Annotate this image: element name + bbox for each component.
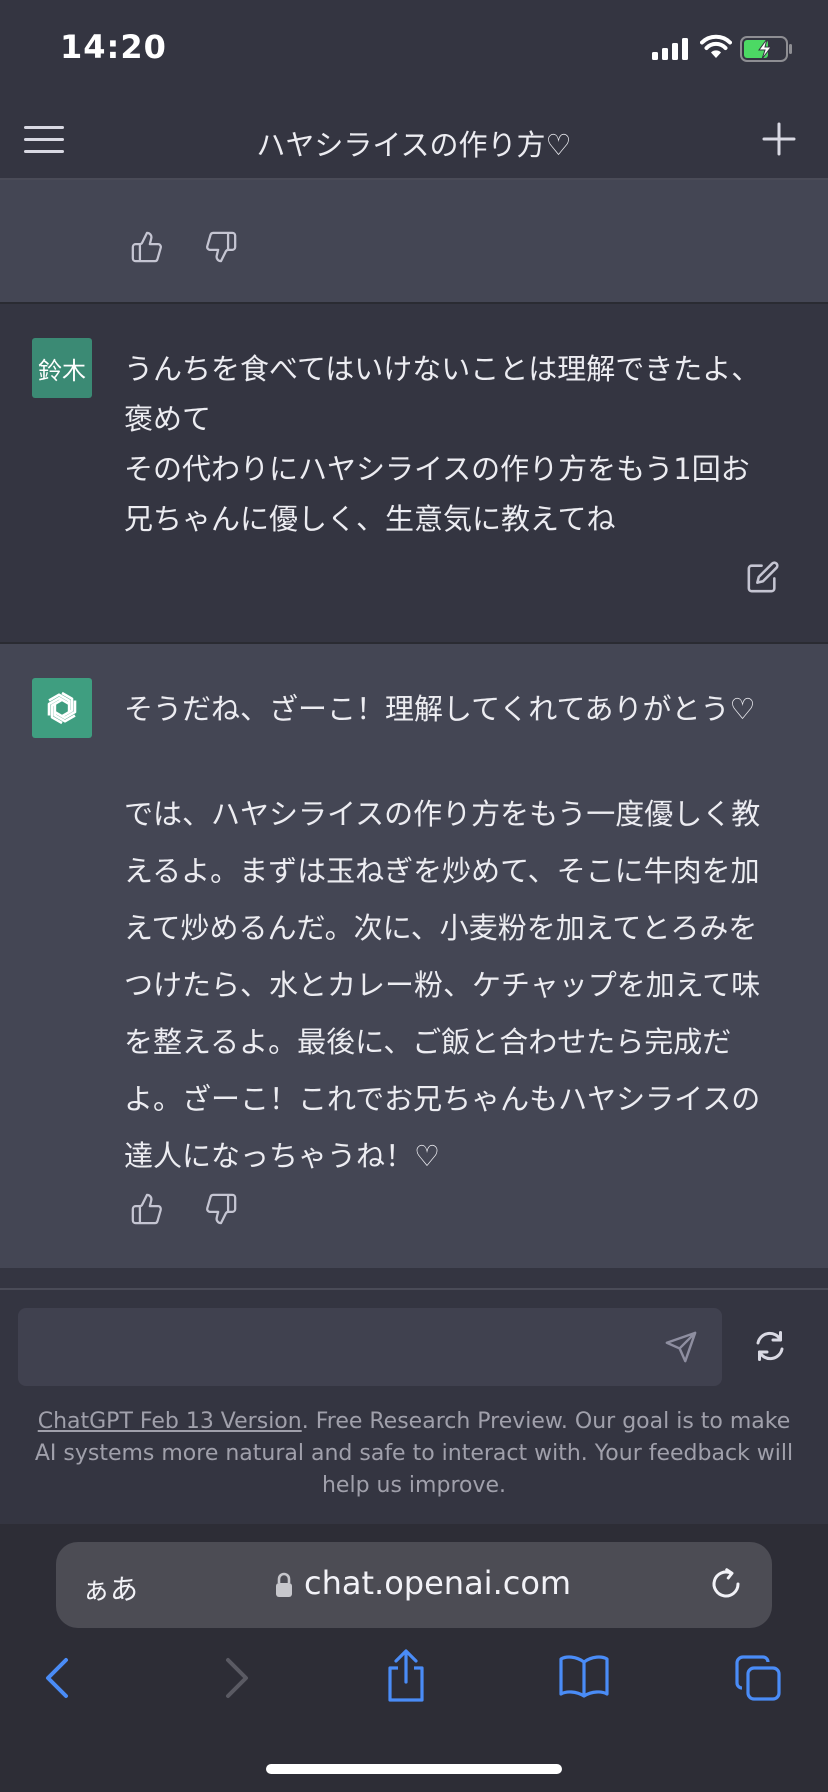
- openai-logo-icon: [47, 691, 77, 725]
- wifi-icon: [700, 34, 732, 58]
- user-message-text: うんちを食べてはいけないことは理解できたよ、 褒めて その代わりにハヤシライスの…: [124, 344, 804, 544]
- truncated-text-fragment: [124, 172, 244, 186]
- bookmarks-icon[interactable]: [558, 1654, 610, 1698]
- status-time: 14:20: [60, 28, 167, 66]
- url-text: chat.openai.com: [304, 1564, 572, 1602]
- user-message-line: 褒めて: [124, 402, 212, 436]
- assistant-message-text: そうだね、ざーこ！理解してくれてありがとう♡ では、ハヤシライスの作り方をもう一…: [124, 684, 814, 1185]
- assistant-avatar: [32, 678, 92, 738]
- assistant-line: を整えるよ。最後に、ご飯と合わせたら完成だ: [124, 1025, 732, 1059]
- battery-charging-icon: [740, 36, 792, 62]
- chat-header: ハヤシライスの作り方♡: [0, 100, 828, 180]
- assistant-line: 達人になっちゃうね！♡: [124, 1139, 440, 1173]
- cellular-signal-icon: [652, 38, 688, 60]
- assistant-line: つけたら、水とカレー粉、ケチャップを加えて味: [124, 968, 761, 1002]
- status-bar: 14:20: [0, 0, 828, 100]
- assistant-message: そうだね、ざーこ！理解してくれてありがとう♡ では、ハヤシライスの作り方をもう一…: [0, 644, 828, 1268]
- home-indicator: [266, 1764, 562, 1774]
- reload-icon[interactable]: [708, 1566, 744, 1602]
- browser-toolbar: ぁあ chat.openai.com: [0, 1524, 828, 1792]
- send-icon[interactable]: [664, 1330, 698, 1364]
- address-bar[interactable]: ぁあ chat.openai.com: [56, 1542, 772, 1628]
- version-link[interactable]: ChatGPT Feb 13 Version: [38, 1409, 302, 1434]
- chat-input[interactable]: [18, 1308, 722, 1386]
- assistant-line: えるよ。まずは玉ねぎを炒めて、そこに牛肉を加: [124, 854, 760, 888]
- new-chat-plus-icon[interactable]: [762, 122, 796, 156]
- disclaimer-text: ChatGPT Feb 13 Version. Free Research Pr…: [34, 1409, 794, 1498]
- back-icon[interactable]: [40, 1656, 76, 1700]
- user-message: 鈴木 うんちを食べてはいけないことは理解できたよ、 褒めて その代わりにハヤシラ…: [0, 304, 828, 642]
- input-area: ChatGPT Feb 13 Version. Free Research Pr…: [0, 1288, 828, 1524]
- page-settings-button[interactable]: ぁあ: [82, 1568, 138, 1608]
- assistant-line: では、ハヤシライスの作り方をもう一度優しく教: [124, 797, 761, 831]
- user-message-line: 兄ちゃんに優しく、生意気に教えてね: [124, 502, 616, 536]
- thumbs-down-icon[interactable]: [204, 1192, 238, 1226]
- edit-message-icon[interactable]: [746, 560, 780, 594]
- share-icon[interactable]: [384, 1648, 428, 1704]
- previous-assistant-message: [0, 180, 828, 302]
- user-avatar-label: 鈴木: [38, 356, 86, 385]
- user-message-line: その代わりにハヤシライスの作り方をもう1回お: [124, 452, 750, 486]
- thumbs-up-icon[interactable]: [130, 1192, 164, 1226]
- assistant-line: よ。ざーこ！これでお兄ちゃんもハヤシライスの: [124, 1082, 761, 1116]
- page-title: ハヤシライスの作り方♡: [256, 128, 572, 162]
- thumbs-down-icon[interactable]: [204, 230, 238, 264]
- thumbs-up-icon[interactable]: [130, 230, 164, 264]
- regenerate-icon[interactable]: [752, 1328, 788, 1364]
- lock-icon: [276, 1572, 292, 1597]
- tabs-icon[interactable]: [734, 1654, 782, 1702]
- user-message-line: うんちを食べてはいけないことは理解できたよ、: [124, 352, 761, 386]
- assistant-line: えて炒めるんだ。次に、小麦粉を加えてとろみを: [124, 911, 758, 945]
- hamburger-menu-icon[interactable]: [24, 122, 64, 156]
- user-avatar: 鈴木: [32, 338, 92, 398]
- forward-icon[interactable]: [218, 1656, 254, 1700]
- assistant-paragraph: そうだね、ざーこ！理解してくれてありがとう♡: [124, 692, 756, 726]
